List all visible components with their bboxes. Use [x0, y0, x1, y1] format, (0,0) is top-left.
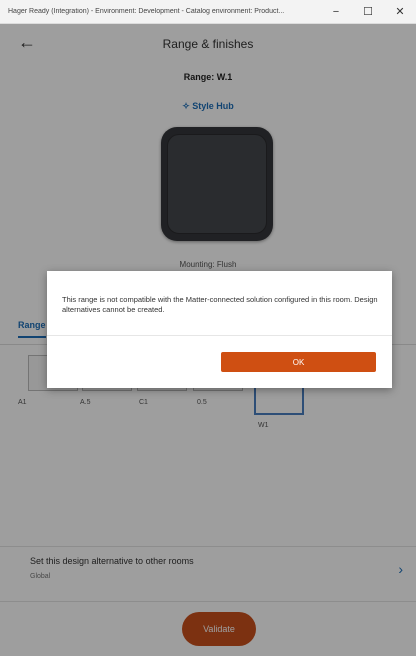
minimize-button[interactable]: −	[320, 0, 352, 24]
window-title: Hager Ready (Integration) - Environment:…	[8, 8, 285, 15]
compatibility-dialog: This range is not compatible with the Ma…	[47, 271, 392, 388]
dialog-divider	[47, 335, 392, 336]
dialog-message: This range is not compatible with the Ma…	[62, 295, 378, 314]
maximize-button[interactable]: ☐	[352, 0, 384, 24]
ok-button[interactable]: OK	[221, 352, 376, 372]
window-titlebar: Hager Ready (Integration) - Environment:…	[0, 0, 416, 24]
close-button[interactable]: ✕	[384, 0, 416, 24]
